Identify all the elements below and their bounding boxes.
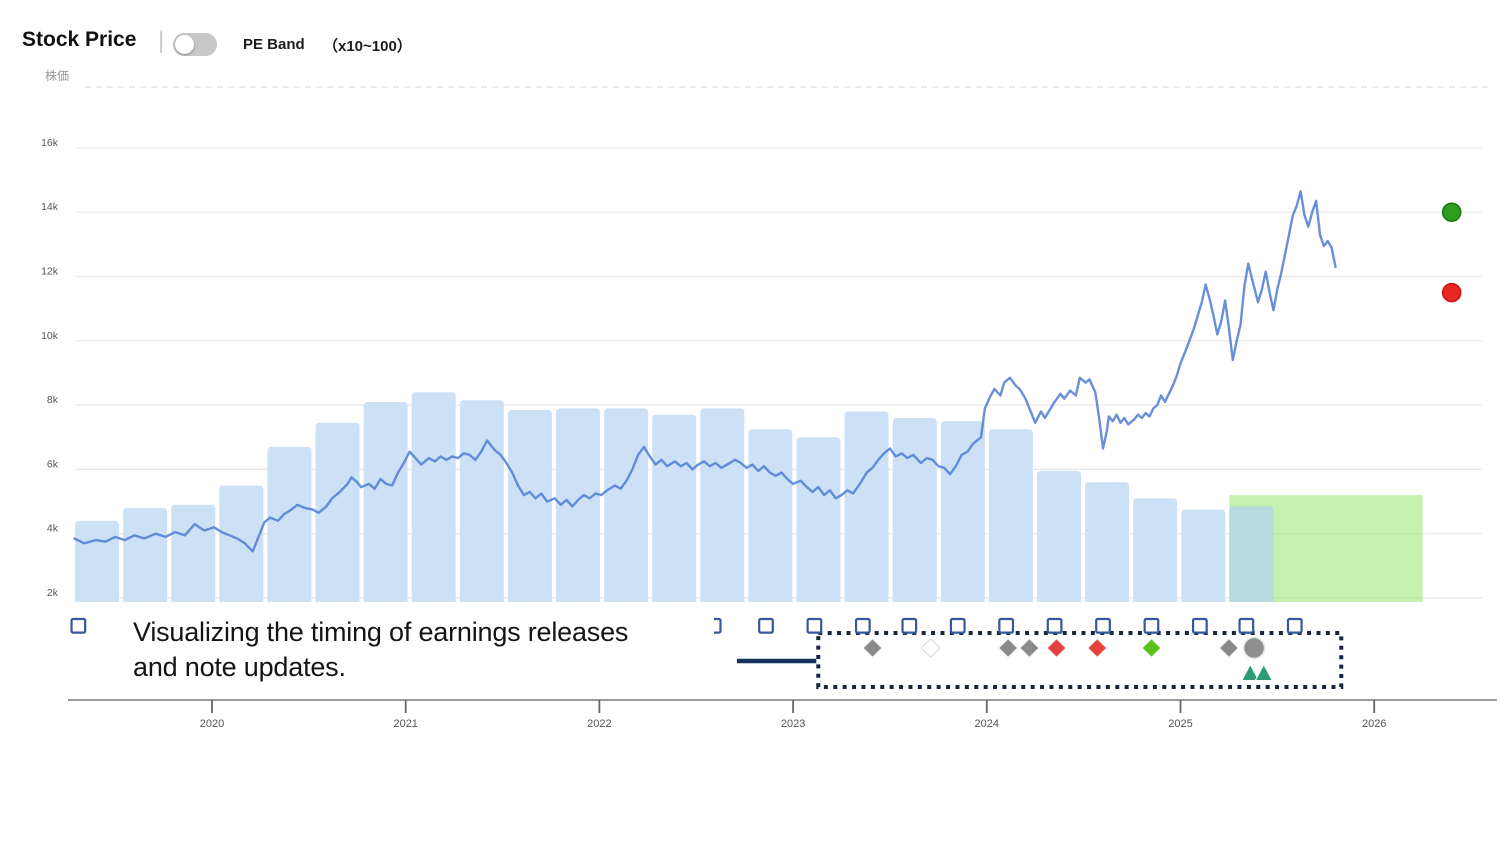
earnings-release-marker[interactable] [759, 619, 773, 633]
note-marker-diamond[interactable] [1048, 640, 1065, 657]
earnings-release-marker[interactable] [1193, 619, 1207, 633]
volume-bar [123, 508, 167, 602]
earnings-release-marker[interactable] [951, 619, 965, 633]
volume-bar [508, 410, 552, 602]
x-tick-label: 2025 [1168, 718, 1192, 730]
x-tick-label: 2026 [1362, 718, 1386, 730]
note-marker-diamond[interactable] [1143, 640, 1160, 657]
volume-bar [941, 421, 985, 602]
x-tick-label: 2024 [975, 718, 999, 730]
stock-price-chart: 株価 16k 14k 12k 10k 8k 6k 4k 2k 2020 2021 2022 2023 20… [0, 0, 1500, 850]
y-tick-label: 12k [41, 266, 59, 278]
y-tick-label: 8k [47, 394, 59, 406]
volume-bar [1133, 498, 1177, 602]
note-marker-diamond[interactable] [864, 640, 881, 657]
note-marker-diamond[interactable] [1089, 640, 1106, 657]
note-marker-diamond[interactable] [1220, 640, 1237, 657]
x-tick-label: 2021 [393, 718, 417, 730]
x-tick-label: 2020 [200, 718, 224, 730]
volume-bar [556, 408, 600, 602]
y-tick-label: 16k [41, 137, 59, 149]
volume-bar [316, 423, 360, 602]
earnings-release-marker[interactable] [72, 619, 86, 633]
volume-bar [171, 505, 215, 602]
y-tick-label: 6k [47, 458, 59, 470]
volume-bar [700, 408, 744, 602]
volume-bar [893, 418, 937, 602]
annotation-note: Visualizing the timing of earnings relea… [133, 615, 628, 685]
earnings-release-marker[interactable] [1145, 619, 1159, 633]
y-tick-label: 10k [41, 330, 59, 342]
volume-bar [845, 412, 889, 602]
volume-bar [460, 400, 504, 602]
earnings-release-marker[interactable] [999, 619, 1013, 633]
volume-bar [652, 415, 696, 602]
note-marker-triangle[interactable] [1255, 665, 1272, 681]
annotation-line-1: Visualizing the timing of earnings relea… [133, 615, 628, 650]
earnings-release-marker[interactable] [808, 619, 822, 633]
red-dot [1443, 284, 1461, 302]
volume-bar [267, 447, 311, 602]
stock-chart-page: Stock Price | PE Band （x10~100） 株価16k14k… [0, 0, 1500, 850]
earnings-release-marker[interactable] [1240, 619, 1254, 633]
x-tick-label: 2022 [587, 718, 611, 730]
volume-bar [1229, 506, 1273, 602]
note-marker-circle[interactable] [1244, 638, 1265, 659]
earnings-release-marker[interactable] [856, 619, 870, 633]
volume-bar [364, 402, 408, 602]
earnings-release-marker[interactable] [1288, 619, 1302, 633]
green-dot [1443, 203, 1461, 221]
y-tick-label: 14k [41, 201, 59, 213]
earnings-release-marker[interactable] [1048, 619, 1062, 633]
volume-bar [1181, 510, 1225, 602]
y-tick-label: 2k [47, 587, 59, 599]
volume-bar [989, 429, 1033, 602]
volume-bar [796, 437, 840, 602]
volume-bar [1037, 471, 1081, 602]
y-tick-label: 4k [47, 523, 59, 535]
y-axis-title: 株価 [45, 68, 69, 83]
x-tick-label: 2023 [781, 718, 805, 730]
earnings-release-marker[interactable] [1096, 619, 1110, 633]
volume-bar [748, 429, 792, 602]
volume-bar [412, 392, 456, 602]
volume-bar [604, 408, 648, 602]
earnings-release-marker[interactable] [903, 619, 917, 633]
note-marker-diamond[interactable] [922, 640, 939, 657]
note-marker-diamond[interactable] [1021, 640, 1038, 657]
volume-bar [75, 521, 119, 602]
annotation-line-2: and note updates. [133, 650, 628, 685]
note-marker-diamond[interactable] [999, 640, 1016, 657]
volume-bar [1085, 482, 1129, 602]
